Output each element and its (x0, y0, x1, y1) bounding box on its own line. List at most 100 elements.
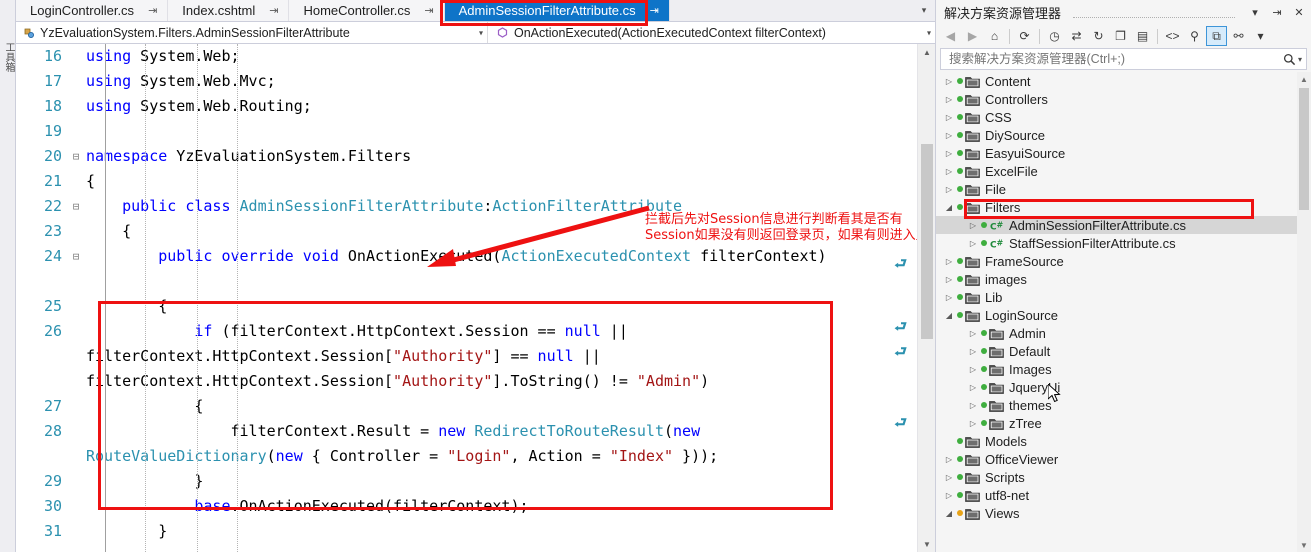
tree-scroll-down-icon[interactable]: ▼ (1297, 538, 1311, 552)
tree-scroll-thumb[interactable] (1299, 88, 1309, 210)
tree-expander-closed-icon[interactable]: ▷ (942, 455, 956, 464)
editor-vertical-scrollbar[interactable]: ⬌ ▲ ▼ (917, 44, 935, 552)
tree-expander-closed-icon[interactable]: ▷ (942, 491, 956, 500)
panel-menu-chevron-icon[interactable]: ▾ (1247, 3, 1263, 21)
code-line[interactable]: 24 ⊟ public override void OnActionExecute… (16, 244, 917, 294)
code-line[interactable]: 28 filterContext.Result = new RedirectTo… (16, 419, 917, 469)
outlining-collapse-icon[interactable]: ⊟ (68, 144, 84, 169)
tree-scroll-up-icon[interactable]: ▲ (1297, 72, 1311, 86)
tree-expander-closed-icon[interactable]: ▷ (966, 239, 980, 248)
tree-expander-closed-icon[interactable]: ▷ (966, 347, 980, 356)
solution-explorer-tree[interactable]: ▷ Content ▷ Controllers ▷ CSS ▷ DiySource ▷ Easyu… (936, 72, 1311, 552)
tree-expander-closed-icon[interactable]: ▷ (966, 365, 980, 374)
tree-item[interactable]: ▷ Images (936, 360, 1297, 378)
tree-item[interactable]: ▷ JqueryUi (936, 378, 1297, 396)
pending-changes-filter-icon[interactable]: ◷ (1044, 26, 1065, 46)
tree-expander-closed-icon[interactable]: ▷ (942, 95, 956, 104)
code-line[interactable]: 31 } (16, 519, 917, 544)
tree-item[interactable]: ▷ DiySource (936, 126, 1297, 144)
overflow-icon[interactable]: ▾ (1250, 26, 1271, 46)
scroll-up-arrow-icon[interactable]: ▲ (918, 44, 935, 60)
outlining-collapse-icon[interactable]: ⊟ (68, 244, 84, 269)
tree-expander-closed-icon[interactable]: ▷ (966, 329, 980, 338)
code-line[interactable]: 22 ⊟ public class AdminSessionFilterAttri… (16, 194, 917, 219)
tree-item[interactable]: ▷ Admin (936, 324, 1297, 342)
tree-item[interactable]: Models (936, 432, 1297, 450)
tree-item[interactable]: ▷ File (936, 180, 1297, 198)
outlining-collapse-icon[interactable]: ⊟ (68, 194, 84, 219)
member-scope-dropdown[interactable]: OnActionExecuted(ActionExecutedContext f… (488, 22, 935, 43)
back-icon[interactable]: ◀ (940, 26, 961, 46)
tree-expander-closed-icon[interactable]: ▷ (942, 131, 956, 140)
tree-item[interactable]: ▷ themes (936, 396, 1297, 414)
properties-window-icon[interactable]: ▤ (1132, 26, 1153, 46)
solution-explorer-search[interactable]: ▾ (940, 48, 1307, 70)
tree-expander-open-icon[interactable]: ◢ (942, 509, 956, 518)
document-tab-1[interactable]: LoginController.cs ⇥ (16, 0, 169, 21)
tree-expander-closed-icon[interactable]: ▷ (942, 185, 956, 194)
code-line[interactable]: 30 base.OnActionExecuted(filterContext); (16, 494, 917, 519)
search-input[interactable] (947, 51, 1283, 67)
type-scope-chevron-icon[interactable]: ▾ (479, 28, 483, 37)
code-editor-surface[interactable]: 16 using System.Web; 17 using System.Web.Mv… (16, 44, 935, 552)
code-line[interactable]: 20 ⊟ namespace YzEvaluationSystem.Filters (16, 144, 917, 169)
tree-expander-closed-icon[interactable]: ▷ (942, 257, 956, 266)
show-all-files-icon[interactable]: <> (1162, 26, 1183, 46)
panel-pin-icon[interactable]: ⇥ (1269, 3, 1285, 21)
sync-with-active-document-icon[interactable]: ⟳ (1014, 26, 1035, 46)
tree-item[interactable]: ◢ LoginSource (936, 306, 1297, 324)
properties-icon[interactable]: ⚲ (1184, 26, 1205, 46)
tree-expander-closed-icon[interactable]: ▷ (942, 77, 956, 86)
refresh-icon[interactable]: ↻ (1088, 26, 1109, 46)
code-line[interactable]: 29 } (16, 469, 917, 494)
tree-expander-closed-icon[interactable]: ▷ (942, 473, 956, 482)
tree-item[interactable]: ▷ FrameSource (936, 252, 1297, 270)
tree-item[interactable]: ▷ utf8-net (936, 486, 1297, 504)
tree-item[interactable]: ▷ Scripts (936, 468, 1297, 486)
scroll-down-arrow-icon[interactable]: ▼ (918, 536, 935, 552)
tree-expander-open-icon[interactable]: ◢ (942, 203, 956, 212)
tree-item[interactable]: ▷ C # StaffSessionFilterAttribute.cs (936, 234, 1297, 252)
type-scope-dropdown[interactable]: YzEvaluationSystem.Filters.AdminSessionF… (16, 22, 488, 43)
tree-expander-closed-icon[interactable]: ▷ (966, 221, 980, 230)
tree-item[interactable]: ▷ Default (936, 342, 1297, 360)
tree-item[interactable]: ▷ Controllers (936, 90, 1297, 108)
tree-expander-closed-icon[interactable]: ▷ (942, 167, 956, 176)
document-tab-pin-icon[interactable]: ⇥ (269, 4, 278, 17)
code-line[interactable]: 25 { (16, 294, 917, 319)
tree-expander-closed-icon[interactable]: ▷ (942, 149, 956, 158)
tree-expander-closed-icon[interactable]: ▷ (942, 113, 956, 122)
home-icon[interactable]: ⌂ (984, 26, 1005, 46)
tree-expander-closed-icon[interactable]: ▷ (966, 383, 980, 392)
tree-item-selected[interactable]: ▷ C # AdminSessionFilterAttribute.cs (936, 216, 1297, 234)
tree-expander-closed-icon[interactable]: ▷ (966, 419, 980, 428)
document-tab-pin-icon[interactable]: ⇥ (650, 4, 659, 17)
document-tab-pin-icon[interactable]: ⇥ (424, 4, 433, 17)
tree-expander-closed-icon[interactable]: ▷ (966, 401, 980, 410)
tree-expander-closed-icon[interactable]: ▷ (942, 275, 956, 284)
collapse-all-icon[interactable]: ❐ (1110, 26, 1131, 46)
tree-item[interactable]: ▷ Lib (936, 288, 1297, 306)
tree-item[interactable]: ▷ images (936, 270, 1297, 288)
panel-close-icon[interactable]: ✕ (1291, 3, 1307, 21)
tree-item[interactable]: ▷ EasyuiSource (936, 144, 1297, 162)
preview-selected-items-icon[interactable]: ⧉ (1206, 26, 1227, 46)
tree-item[interactable]: ◢ Filters (936, 198, 1297, 216)
search-icon[interactable]: ▾ (1283, 53, 1302, 66)
document-tab-3[interactable]: HomeController.cs ⇥ (289, 0, 445, 21)
tree-expander-closed-icon[interactable]: ▷ (942, 293, 956, 302)
code-line[interactable]: 16 using System.Web; (16, 44, 917, 69)
code-viewport[interactable]: 16 using System.Web; 17 using System.Web.Mv… (16, 44, 917, 552)
editor-scroll-thumb[interactable] (921, 144, 933, 339)
toolbox-side-tab[interactable]: 工具箱 (0, 0, 16, 552)
document-tab-4[interactable]: AdminSessionFilterAttribute.cs ⇥ (444, 0, 670, 21)
code-text[interactable]: 16 using System.Web; 17 using System.Web.Mv… (16, 44, 917, 552)
code-line[interactable]: 17 using System.Web.Mvc; (16, 69, 917, 94)
code-line[interactable]: 23 { (16, 219, 917, 244)
document-tab-pin-icon[interactable]: ⇥ (148, 4, 157, 17)
tree-item[interactable]: ▷ CSS (936, 108, 1297, 126)
code-line[interactable]: 27 { (16, 394, 917, 419)
code-line[interactable]: 26 if (filterContext.HttpContext.Session… (16, 319, 917, 394)
tree-item[interactable]: ▷ ExcelFile (936, 162, 1297, 180)
member-scope-chevron-icon[interactable]: ▾ (927, 28, 931, 37)
